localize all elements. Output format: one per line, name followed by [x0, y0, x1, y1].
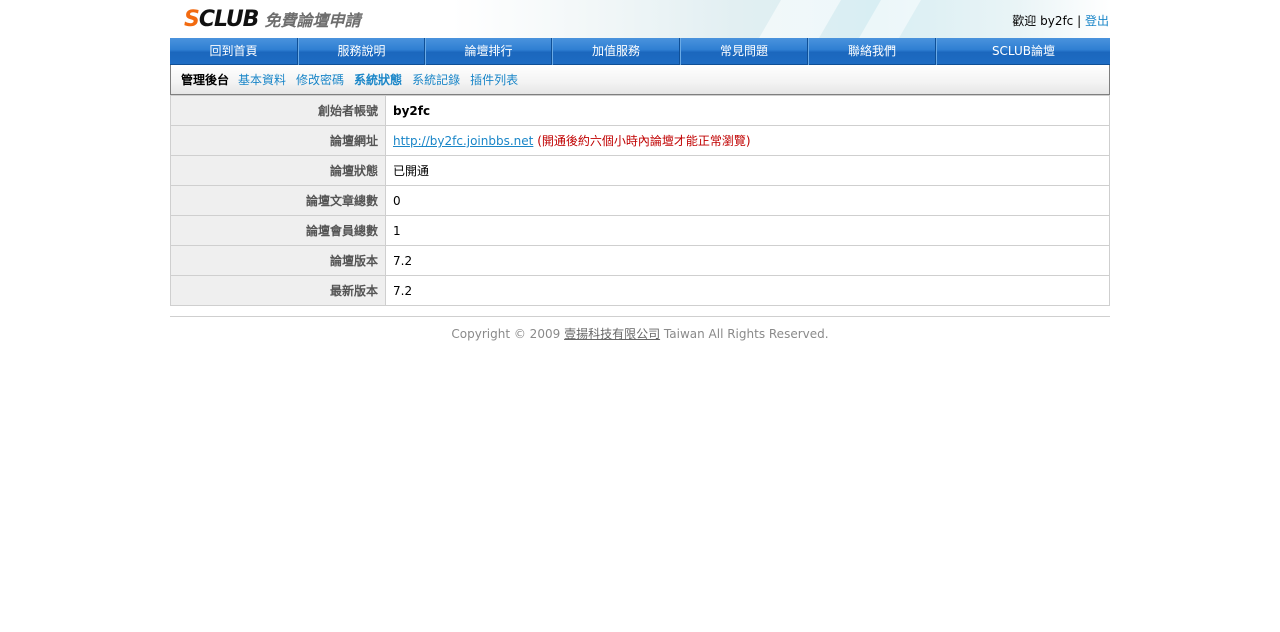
logo-club: CLUB	[198, 6, 260, 32]
nav-contact[interactable]: 聯絡我們	[808, 38, 936, 65]
welcome-text: 歡迎	[1012, 14, 1037, 28]
admin-title: 管理後台	[181, 73, 230, 87]
row-label: 論壇狀態	[170, 155, 386, 186]
page-container: S CLUB 免費論壇申請 歡迎 by2fc | 登出 回到首頁 服務說明 論壇…	[170, 0, 1110, 342]
separator: |	[1077, 14, 1082, 28]
row-label: 論壇會員總數	[170, 215, 386, 246]
row-label: 論壇版本	[170, 245, 386, 276]
row-value: 7.2	[385, 275, 1110, 306]
user-box: 歡迎 by2fc | 登出	[1012, 12, 1109, 29]
subnav-plugin-list[interactable]: 插件列表	[470, 71, 518, 88]
table-row: 論壇文章總數 0	[170, 185, 1110, 216]
status-table: 創始者帳號 by2fc 論壇網址 http://by2fc.joinbbs.ne…	[170, 95, 1110, 306]
footer: Copyright © 2009 壹揚科技有限公司 Taiwan All Rig…	[170, 316, 1110, 342]
header-decoration	[759, 0, 841, 38]
row-value: by2fc	[385, 95, 1110, 126]
subnav-system-status[interactable]: 系統狀態	[354, 71, 402, 88]
row-value: 1	[385, 215, 1110, 246]
nav-sclub-forum[interactable]: SCLUB論壇	[936, 38, 1110, 65]
table-row: 論壇狀態 已開通	[170, 155, 1110, 186]
copyright-suffix: Taiwan All Rights Reserved.	[663, 327, 829, 341]
nav-faq[interactable]: 常見問題	[680, 38, 808, 65]
admin-subnav: 管理後台 基本資料 修改密碼 系統狀態 系統記錄 插件列表	[170, 65, 1110, 95]
row-label: 論壇文章總數	[170, 185, 386, 216]
site-header: S CLUB 免費論壇申請 歡迎 by2fc | 登出	[170, 0, 1110, 38]
table-row: 最新版本 7.2	[170, 275, 1110, 306]
nav-ranking[interactable]: 論壇排行	[425, 38, 552, 65]
subnav-system-log[interactable]: 系統記錄	[412, 71, 460, 88]
header-decoration	[859, 0, 921, 38]
nav-value-added[interactable]: 加值服務	[552, 38, 680, 65]
logo-subtitle: 免費論壇申請	[264, 11, 361, 30]
table-row: 創始者帳號 by2fc	[170, 95, 1110, 126]
row-value: 7.2	[385, 245, 1110, 276]
username: by2fc	[1040, 14, 1074, 28]
row-value: 0	[385, 185, 1110, 216]
logo-s: S	[184, 6, 200, 32]
site-logo[interactable]: S CLUB 免費論壇申請	[184, 6, 361, 32]
copyright-prefix: Copyright © 2009	[451, 327, 561, 341]
company-link[interactable]: 壹揚科技有限公司	[564, 327, 660, 341]
row-value: 已開通	[385, 155, 1110, 186]
url-note: (開通後約六個小時內論壇才能正常瀏覽)	[537, 134, 751, 148]
row-label: 創始者帳號	[170, 95, 386, 126]
logout-link[interactable]: 登出	[1085, 14, 1109, 28]
table-row: 論壇網址 http://by2fc.joinbbs.net (開通後約六個小時內…	[170, 125, 1110, 156]
nav-service[interactable]: 服務說明	[298, 38, 425, 65]
nav-home[interactable]: 回到首頁	[170, 38, 298, 65]
row-label: 論壇網址	[170, 125, 386, 156]
main-nav: 回到首頁 服務說明 論壇排行 加值服務 常見問題 聯絡我們 SCLUB論壇	[170, 38, 1110, 65]
table-row: 論壇會員總數 1	[170, 215, 1110, 246]
table-row: 論壇版本 7.2	[170, 245, 1110, 276]
row-value: http://by2fc.joinbbs.net (開通後約六個小時內論壇才能正…	[385, 125, 1110, 156]
forum-url-link[interactable]: http://by2fc.joinbbs.net	[393, 134, 533, 148]
row-label: 最新版本	[170, 275, 386, 306]
subnav-basic-info[interactable]: 基本資料	[238, 71, 286, 88]
subnav-change-password[interactable]: 修改密碼	[296, 71, 344, 88]
